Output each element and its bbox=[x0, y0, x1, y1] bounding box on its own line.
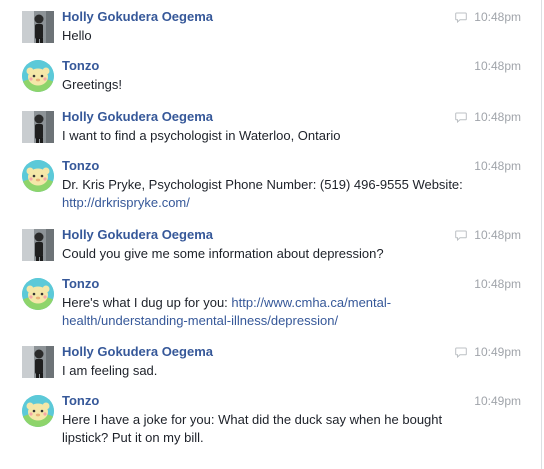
chat-bubble-icon bbox=[455, 112, 468, 123]
message-text: I want to find a psychologist in Waterlo… bbox=[62, 127, 482, 145]
message-meta: 10:48pm bbox=[455, 228, 521, 242]
timestamp: 10:48pm bbox=[474, 10, 521, 24]
timestamp: 10:48pm bbox=[474, 159, 521, 173]
avatar[interactable] bbox=[22, 346, 54, 378]
message-body: I am feeling sad. bbox=[62, 363, 158, 378]
message-body: Hello bbox=[62, 28, 92, 43]
message-text: Could you give me some information about… bbox=[62, 245, 482, 263]
message-row: Tonzo 10:48pm Greetings! bbox=[0, 58, 541, 94]
message-text: Greetings! bbox=[62, 76, 482, 94]
message-meta: 10:48pm bbox=[455, 110, 521, 124]
sender-name[interactable]: Tonzo bbox=[62, 58, 99, 73]
bot-character-avatar-icon bbox=[22, 60, 54, 92]
timestamp: 10:48pm bbox=[474, 110, 521, 124]
message-meta: 10:49pm bbox=[474, 394, 521, 408]
message-link[interactable]: http://drkrispryke.com/ bbox=[62, 195, 190, 210]
message-meta: 10:48pm bbox=[474, 59, 521, 73]
chat-message-list: Holly Gokudera Oegema 10:48pm Hello Tonz… bbox=[0, 0, 542, 469]
sender-name[interactable]: Tonzo bbox=[62, 393, 99, 408]
timestamp: 10:49pm bbox=[474, 394, 521, 408]
message-meta: 10:48pm bbox=[474, 159, 521, 173]
sender-name[interactable]: Holly Gokudera Oegema bbox=[62, 9, 213, 24]
avatar[interactable] bbox=[22, 11, 54, 43]
sender-name[interactable]: Tonzo bbox=[62, 158, 99, 173]
message-row: Holly Gokudera Oegema 10:49pm I am feeli… bbox=[0, 344, 541, 380]
sender-name[interactable]: Holly Gokudera Oegema bbox=[62, 344, 213, 359]
chat-bubble-icon bbox=[455, 12, 468, 23]
avatar[interactable] bbox=[22, 60, 54, 92]
message-row: Tonzo 10:48pm Dr. Kris Pryke, Psychologi… bbox=[0, 158, 541, 212]
message-row: Tonzo 10:48pm Here's what I dug up for y… bbox=[0, 276, 541, 330]
timestamp: 10:48pm bbox=[474, 277, 521, 291]
sender-name[interactable]: Holly Gokudera Oegema bbox=[62, 227, 213, 242]
message-body: Here I have a joke for you: What did the… bbox=[62, 412, 443, 445]
message-body: Could you give me some information about… bbox=[62, 246, 384, 261]
user-photo-avatar-icon bbox=[22, 11, 54, 43]
sender-name[interactable]: Holly Gokudera Oegema bbox=[62, 109, 213, 124]
message-row: Holly Gokudera Oegema 10:48pm Hello bbox=[0, 9, 541, 45]
message-row: Holly Gokudera Oegema 10:48pm Could you … bbox=[0, 227, 541, 263]
timestamp: 10:49pm bbox=[474, 345, 521, 359]
avatar[interactable] bbox=[22, 111, 54, 143]
message-body: Dr. Kris Pryke, Psychologist Phone Numbe… bbox=[62, 177, 463, 192]
message-text: Here I have a joke for you: What did the… bbox=[62, 411, 482, 447]
bot-character-avatar-icon bbox=[22, 160, 54, 192]
avatar[interactable] bbox=[22, 278, 54, 310]
message-text: I am feeling sad. bbox=[62, 362, 482, 380]
sender-name[interactable]: Tonzo bbox=[62, 276, 99, 291]
user-photo-avatar-icon bbox=[22, 111, 54, 143]
avatar[interactable] bbox=[22, 229, 54, 261]
avatar[interactable] bbox=[22, 160, 54, 192]
message-body: I want to find a psychologist in Waterlo… bbox=[62, 128, 341, 143]
message-text: Hello bbox=[62, 27, 482, 45]
bot-character-avatar-icon bbox=[22, 278, 54, 310]
chat-bubble-icon bbox=[455, 347, 468, 358]
message-row: Tonzo 10:49pm Here I have a joke for you… bbox=[0, 393, 541, 447]
user-photo-avatar-icon bbox=[22, 229, 54, 261]
message-body: Here's what I dug up for you: bbox=[62, 295, 228, 310]
chat-bubble-icon bbox=[455, 230, 468, 241]
timestamp: 10:48pm bbox=[474, 59, 521, 73]
timestamp: 10:48pm bbox=[474, 228, 521, 242]
message-body: Greetings! bbox=[62, 77, 122, 92]
user-photo-avatar-icon bbox=[22, 346, 54, 378]
message-text: Dr. Kris Pryke, Psychologist Phone Numbe… bbox=[62, 176, 482, 212]
message-meta: 10:48pm bbox=[455, 10, 521, 24]
avatar[interactable] bbox=[22, 395, 54, 427]
message-text: Here's what I dug up for you: http://www… bbox=[62, 294, 482, 330]
message-meta: 10:49pm bbox=[455, 345, 521, 359]
bot-character-avatar-icon bbox=[22, 395, 54, 427]
message-meta: 10:48pm bbox=[474, 277, 521, 291]
message-row: Holly Gokudera Oegema 10:48pm I want to … bbox=[0, 109, 541, 145]
